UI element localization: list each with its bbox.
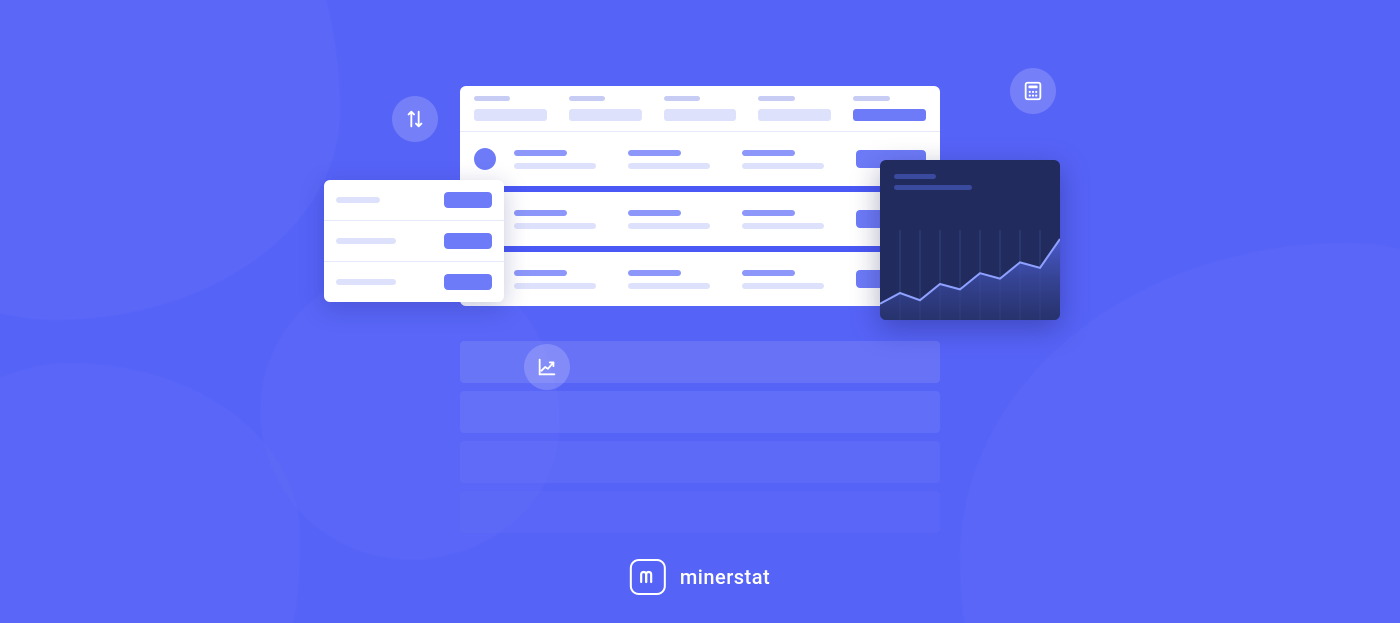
table-row bbox=[324, 261, 504, 302]
minerstat-logo-icon bbox=[630, 559, 666, 595]
placeholder-line bbox=[758, 109, 831, 121]
calculator-icon bbox=[1010, 68, 1056, 114]
main-table-body bbox=[460, 132, 940, 306]
placeholder-line bbox=[474, 96, 510, 101]
chart-title-placeholder bbox=[880, 174, 1060, 190]
background-blob bbox=[0, 0, 340, 320]
placeholder-line bbox=[742, 223, 824, 229]
table-row bbox=[460, 132, 940, 186]
placeholder-line bbox=[569, 96, 605, 101]
cell bbox=[742, 210, 838, 229]
placeholder-line bbox=[664, 96, 700, 101]
placeholder-line bbox=[628, 270, 681, 276]
table-row bbox=[324, 220, 504, 261]
placeholder-line bbox=[514, 223, 596, 229]
main-table-card bbox=[460, 86, 940, 306]
illustration-stage: minerstat bbox=[0, 0, 1400, 623]
placeholder-button bbox=[853, 109, 926, 121]
background-blob bbox=[0, 363, 300, 623]
header-column bbox=[758, 96, 831, 121]
placeholder-line bbox=[336, 279, 396, 285]
cell bbox=[514, 210, 610, 229]
cell bbox=[742, 150, 838, 169]
placeholder-line bbox=[569, 109, 642, 121]
placeholder-line bbox=[742, 283, 824, 289]
table-row bbox=[324, 180, 504, 220]
placeholder-line bbox=[514, 163, 596, 169]
cell bbox=[514, 270, 610, 289]
table-row bbox=[460, 186, 940, 246]
placeholder-button bbox=[444, 192, 492, 208]
chart-panel bbox=[880, 160, 1060, 320]
ghost-row bbox=[460, 491, 940, 533]
placeholder-line bbox=[853, 96, 889, 101]
brand-name: minerstat bbox=[680, 565, 770, 589]
cell bbox=[628, 270, 724, 289]
avatar-icon bbox=[474, 148, 496, 170]
cell bbox=[742, 270, 838, 289]
table-row bbox=[460, 246, 940, 306]
placeholder-line bbox=[628, 163, 710, 169]
header-column bbox=[664, 96, 737, 121]
placeholder-line bbox=[742, 210, 795, 216]
header-column bbox=[853, 96, 926, 121]
cell bbox=[514, 150, 610, 169]
placeholder-line bbox=[894, 174, 936, 179]
placeholder-line bbox=[742, 150, 795, 156]
placeholder-line bbox=[894, 185, 972, 190]
brand-footer: minerstat bbox=[630, 559, 770, 595]
header-column bbox=[474, 96, 547, 121]
placeholder-line bbox=[474, 109, 547, 121]
header-column bbox=[569, 96, 642, 121]
placeholder-line bbox=[664, 109, 737, 121]
placeholder-line bbox=[336, 238, 396, 244]
ghost-row bbox=[460, 441, 940, 483]
placeholder-button bbox=[444, 274, 492, 290]
placeholder-line bbox=[742, 163, 824, 169]
placeholder-line bbox=[742, 270, 795, 276]
placeholder-line bbox=[514, 210, 567, 216]
placeholder-line bbox=[514, 150, 567, 156]
cell bbox=[628, 150, 724, 169]
placeholder-line bbox=[628, 150, 681, 156]
placeholder-line bbox=[628, 223, 710, 229]
placeholder-line bbox=[628, 283, 710, 289]
ghost-row bbox=[460, 391, 940, 433]
placeholder-line bbox=[758, 96, 794, 101]
placeholder-button bbox=[444, 233, 492, 249]
placeholder-line bbox=[628, 210, 681, 216]
cell bbox=[628, 210, 724, 229]
area-chart-icon bbox=[880, 210, 1060, 320]
trend-chart-icon bbox=[524, 344, 570, 390]
placeholder-line bbox=[336, 197, 380, 203]
side-table-card bbox=[324, 180, 504, 302]
placeholder-line bbox=[514, 283, 596, 289]
placeholder-line bbox=[514, 270, 567, 276]
sort-arrows-icon bbox=[392, 96, 438, 142]
main-table-header bbox=[460, 86, 940, 132]
